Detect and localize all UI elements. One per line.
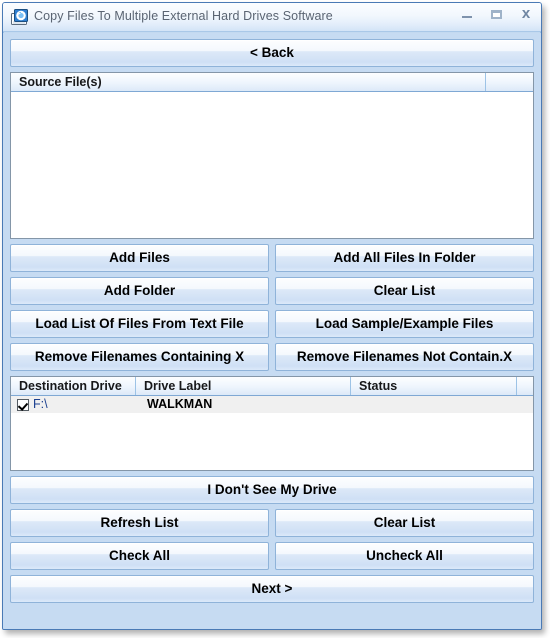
destination-column-drive[interactable]: Destination Drive <box>11 377 135 395</box>
load-sample-files-button[interactable]: Load Sample/Example Files <box>275 310 534 338</box>
destination-drive-list[interactable]: Destination Drive Drive Label Status F:\… <box>10 376 534 471</box>
destination-column-status[interactable]: Status <box>350 377 516 395</box>
minimize-icon[interactable] <box>460 7 476 23</box>
destination-button-row-1: Refresh List Clear List <box>10 509 534 537</box>
title-bar: Copy Files To Multiple External Hard Dri… <box>3 3 541 32</box>
source-column-file[interactable]: Source File(s) <box>11 73 485 91</box>
window-content: < Back Source File(s) Add Files Add All … <box>3 33 541 629</box>
remove-filenames-not-containing-x-button[interactable]: Remove Filenames Not Contain.X <box>275 343 534 371</box>
check-all-button[interactable]: Check All <box>10 542 269 570</box>
source-files-list[interactable]: Source File(s) <box>10 72 534 239</box>
uncheck-all-button[interactable]: Uncheck All <box>275 542 534 570</box>
drive-checkbox[interactable] <box>17 398 29 411</box>
window-title: Copy Files To Multiple External Hard Dri… <box>34 9 333 23</box>
add-folder-button[interactable]: Add Folder <box>10 277 269 305</box>
back-button[interactable]: < Back <box>10 39 534 67</box>
window-controls: x <box>460 5 534 23</box>
source-button-row-4: Remove Filenames Containing X Remove Fil… <box>10 343 534 371</box>
source-column-extra[interactable] <box>485 73 533 91</box>
destination-list-body[interactable]: F:\ WALKMAN <box>11 396 533 470</box>
drive-letter-cell: F:\ <box>33 397 48 411</box>
table-row[interactable]: F:\ WALKMAN <box>11 396 533 413</box>
maximize-icon[interactable] <box>489 7 505 23</box>
destination-column-label[interactable]: Drive Label <box>135 377 350 395</box>
destination-column-extra[interactable] <box>516 377 533 395</box>
add-all-files-in-folder-button[interactable]: Add All Files In Folder <box>275 244 534 272</box>
application-window: Copy Files To Multiple External Hard Dri… <box>2 2 542 630</box>
source-button-row-3: Load List Of Files From Text File Load S… <box>10 310 534 338</box>
copy-drives-icon <box>11 9 29 26</box>
source-button-row-2: Add Folder Clear List <box>10 277 534 305</box>
remove-filenames-containing-x-button[interactable]: Remove Filenames Containing X <box>10 343 269 371</box>
source-list-header: Source File(s) <box>11 73 533 92</box>
drive-label-cell: WALKMAN <box>147 397 213 411</box>
source-list-body[interactable] <box>11 92 533 238</box>
dont-see-my-drive-button[interactable]: I Don't See My Drive <box>10 476 534 504</box>
source-button-row-1: Add Files Add All Files In Folder <box>10 244 534 272</box>
refresh-list-button[interactable]: Refresh List <box>10 509 269 537</box>
load-list-from-text-file-button[interactable]: Load List Of Files From Text File <box>10 310 269 338</box>
next-button[interactable]: Next > <box>10 575 534 603</box>
destination-button-row-2: Check All Uncheck All <box>10 542 534 570</box>
add-files-button[interactable]: Add Files <box>10 244 269 272</box>
clear-destination-list-button[interactable]: Clear List <box>275 509 534 537</box>
close-icon[interactable]: x <box>518 5 534 23</box>
clear-source-list-button[interactable]: Clear List <box>275 277 534 305</box>
destination-list-header: Destination Drive Drive Label Status <box>11 377 533 396</box>
